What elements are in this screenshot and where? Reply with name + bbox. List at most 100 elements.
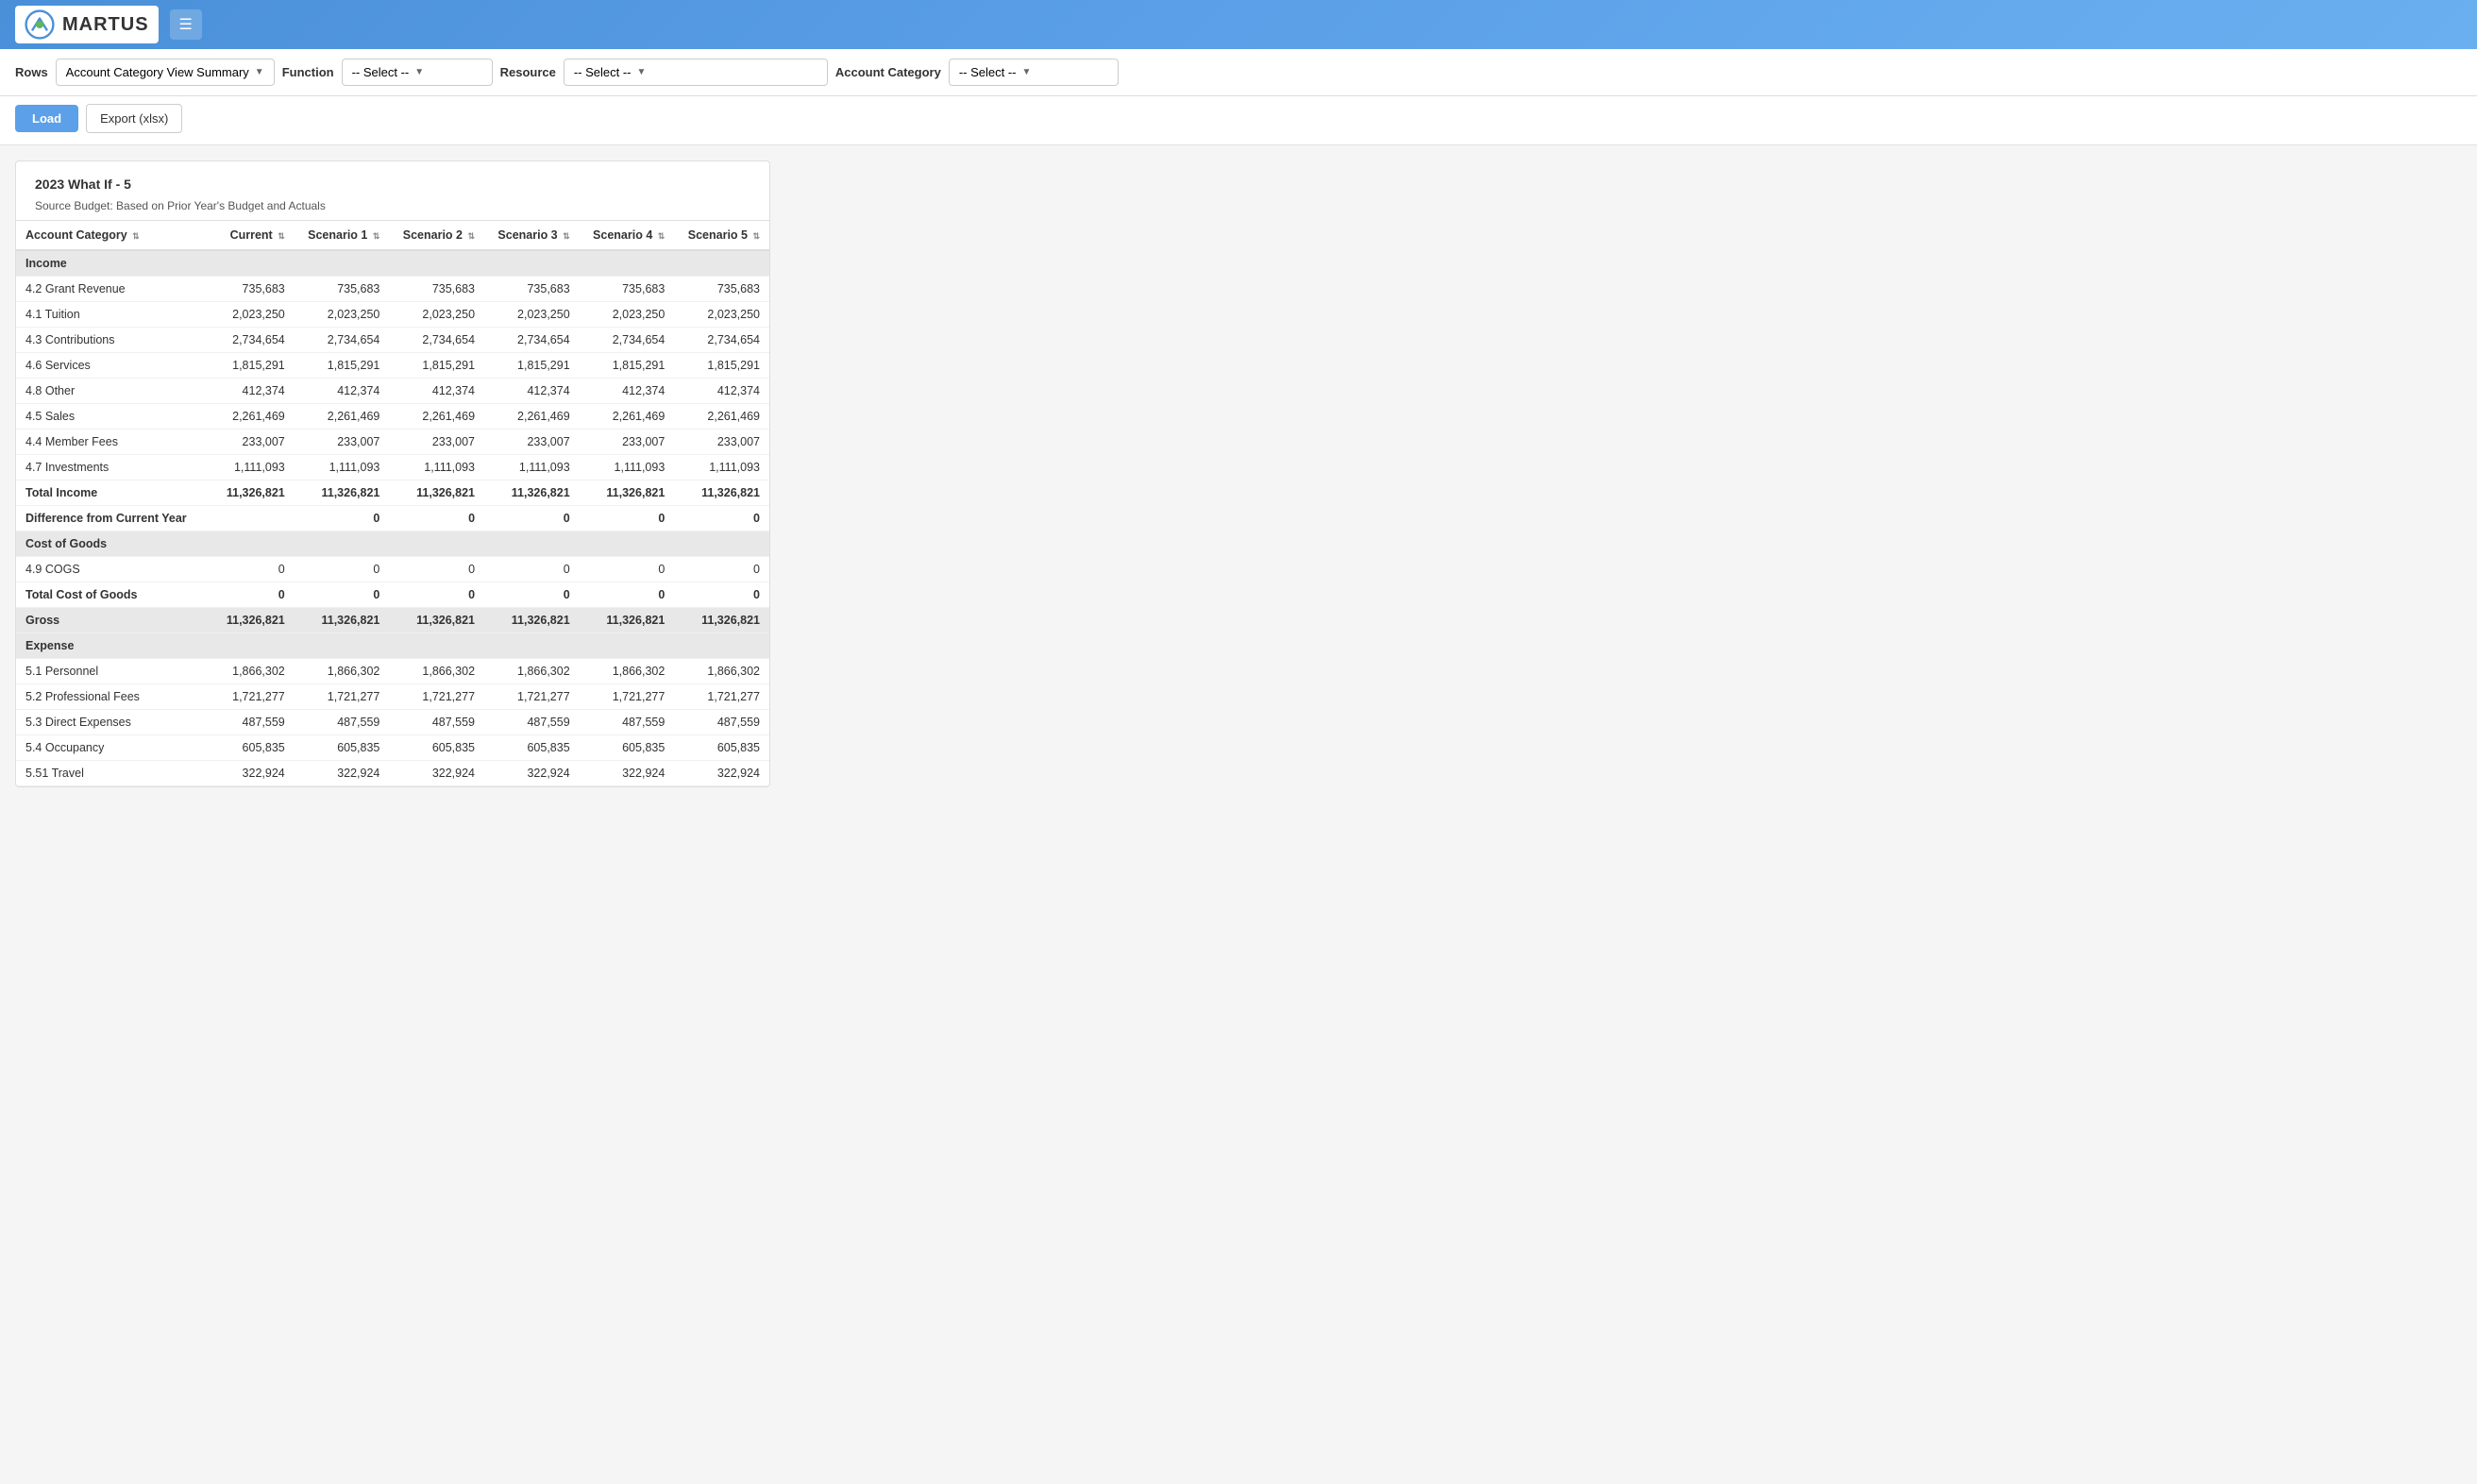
function-value: -- Select --	[352, 65, 410, 79]
table-row: Total Income11,326,82111,326,82111,326,8…	[16, 481, 769, 506]
cell-current: 735,683	[213, 277, 295, 302]
table-row: Total Cost of Goods000000	[16, 582, 769, 608]
resource-chevron-icon: ▼	[637, 67, 647, 77]
cell-scenario5: 735,683	[674, 277, 769, 302]
function-select[interactable]: -- Select -- ▼	[342, 59, 493, 86]
cell-scenario2: 0	[389, 582, 484, 608]
cell-current: 1,721,277	[213, 684, 295, 710]
account-category-select[interactable]: -- Select -- ▼	[949, 59, 1119, 86]
table-row: 4.2 Grant Revenue735,683735,683735,68373…	[16, 277, 769, 302]
cell-scenario5: 11,326,821	[674, 481, 769, 506]
cell-category: 4.6 Services	[16, 353, 213, 379]
section-header-cell: Cost of Goods	[16, 531, 769, 557]
export-button[interactable]: Export (xlsx)	[86, 104, 182, 133]
cell-scenario5: 1,866,302	[674, 659, 769, 684]
sort-icon-s4: ⇅	[658, 231, 666, 241]
cell-scenario5: 0	[674, 582, 769, 608]
col-header-category: Account Category ⇅	[16, 221, 213, 250]
martus-logo-icon	[25, 9, 55, 40]
report-subtitle: Source Budget: Based on Prior Year's Bud…	[35, 199, 750, 212]
table-row: 4.5 Sales2,261,4692,261,4692,261,4692,26…	[16, 404, 769, 430]
account-category-label: Account Category	[835, 65, 941, 79]
cell-scenario5: 1,815,291	[674, 353, 769, 379]
cell-category: 4.1 Tuition	[16, 302, 213, 328]
cell-scenario2: 11,326,821	[389, 608, 484, 633]
cell-scenario4: 2,023,250	[580, 302, 675, 328]
cell-scenario2: 1,815,291	[389, 353, 484, 379]
cell-current: 2,261,469	[213, 404, 295, 430]
table-row: 5.1 Personnel1,866,3021,866,3021,866,302…	[16, 659, 769, 684]
sort-icon-s2: ⇅	[467, 231, 475, 241]
cell-scenario5: 11,326,821	[674, 608, 769, 633]
report-title: 2023 What If - 5	[35, 177, 750, 192]
cell-scenario1: 1,866,302	[295, 659, 390, 684]
table-row: Gross11,326,82111,326,82111,326,82111,32…	[16, 608, 769, 633]
cell-current: 1,815,291	[213, 353, 295, 379]
cell-scenario4: 605,835	[580, 735, 675, 761]
cell-scenario4: 1,815,291	[580, 353, 675, 379]
app-name: MARTUS	[62, 14, 149, 36]
rows-select[interactable]: Account Category View Summary ▼	[56, 59, 275, 86]
cell-scenario5: 2,261,469	[674, 404, 769, 430]
cell-scenario5: 2,023,250	[674, 302, 769, 328]
cell-scenario1: 11,326,821	[295, 481, 390, 506]
cell-scenario4: 1,111,093	[580, 455, 675, 481]
logo-container: MARTUS	[15, 6, 159, 43]
cell-scenario4: 322,924	[580, 761, 675, 786]
cell-scenario1: 233,007	[295, 430, 390, 455]
section-header-cell: Expense	[16, 633, 769, 659]
cell-scenario4: 487,559	[580, 710, 675, 735]
hamburger-button[interactable]: ☰	[170, 9, 202, 40]
cell-scenario1: 412,374	[295, 379, 390, 404]
table-row: 4.8 Other412,374412,374412,374412,374412…	[16, 379, 769, 404]
cell-scenario3: 735,683	[484, 277, 580, 302]
cell-category: 4.7 Investments	[16, 455, 213, 481]
cell-scenario2: 2,261,469	[389, 404, 484, 430]
cell-scenario4: 1,721,277	[580, 684, 675, 710]
cell-scenario4: 412,374	[580, 379, 675, 404]
col-header-scenario3: Scenario 3 ⇅	[484, 221, 580, 250]
cell-scenario2: 735,683	[389, 277, 484, 302]
cell-scenario5: 2,734,654	[674, 328, 769, 353]
cell-scenario1: 2,023,250	[295, 302, 390, 328]
cell-scenario3: 2,261,469	[484, 404, 580, 430]
report-container: 2023 What If - 5 Source Budget: Based on…	[15, 160, 770, 787]
cell-scenario3: 1,721,277	[484, 684, 580, 710]
sort-icon-s3: ⇅	[563, 231, 570, 241]
cell-category: 4.2 Grant Revenue	[16, 277, 213, 302]
cell-scenario2: 11,326,821	[389, 481, 484, 506]
cell-scenario1: 735,683	[295, 277, 390, 302]
cell-category: Gross	[16, 608, 213, 633]
col-header-scenario2: Scenario 2 ⇅	[389, 221, 484, 250]
table-body: Income4.2 Grant Revenue735,683735,683735…	[16, 250, 769, 786]
cell-scenario5: 0	[674, 506, 769, 531]
cell-scenario4: 11,326,821	[580, 481, 675, 506]
sort-icon-s1: ⇅	[373, 231, 380, 241]
cell-category: 5.2 Professional Fees	[16, 684, 213, 710]
cell-scenario4: 11,326,821	[580, 608, 675, 633]
cell-scenario5: 605,835	[674, 735, 769, 761]
main-content: 2023 What If - 5 Source Budget: Based on…	[0, 145, 2477, 802]
table-row: 4.6 Services1,815,2911,815,2911,815,2911…	[16, 353, 769, 379]
toolbar: Rows Account Category View Summary ▼ Fun…	[0, 49, 2477, 96]
cell-category: 4.9 COGS	[16, 557, 213, 582]
app-header: MARTUS ☰	[0, 0, 2477, 49]
cell-current: 412,374	[213, 379, 295, 404]
cell-scenario2: 1,111,093	[389, 455, 484, 481]
load-button[interactable]: Load	[15, 105, 78, 132]
cell-current	[213, 506, 295, 531]
cell-scenario4: 2,261,469	[580, 404, 675, 430]
cell-scenario5: 1,721,277	[674, 684, 769, 710]
cell-scenario4: 0	[580, 506, 675, 531]
cell-scenario4: 0	[580, 557, 675, 582]
col-header-scenario1: Scenario 1 ⇅	[295, 221, 390, 250]
function-chevron-icon: ▼	[414, 67, 424, 77]
cell-scenario1: 0	[295, 582, 390, 608]
function-label: Function	[282, 65, 334, 79]
cell-scenario1: 1,721,277	[295, 684, 390, 710]
table-row: 4.3 Contributions2,734,6542,734,6542,734…	[16, 328, 769, 353]
cell-current: 11,326,821	[213, 481, 295, 506]
cell-scenario4: 0	[580, 582, 675, 608]
resource-select[interactable]: -- Select -- ▼	[564, 59, 828, 86]
cell-scenario1: 0	[295, 557, 390, 582]
